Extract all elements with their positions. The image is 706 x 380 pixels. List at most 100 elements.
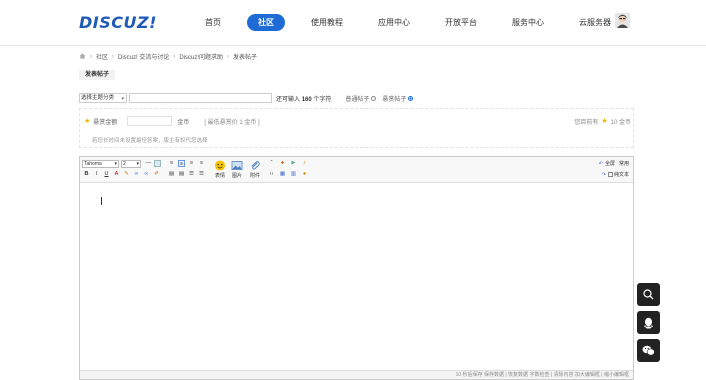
unlink-icon[interactable]: ∞ (143, 171, 150, 178)
chevron-down-icon: ▾ (136, 161, 139, 167)
breadcrumb-discussion[interactable]: Discuz! 交流与讨论 (118, 52, 169, 61)
font-color-icon[interactable]: A (113, 171, 120, 178)
logo[interactable]: DISCUZ! (79, 13, 157, 32)
emoji-label: 表情 (214, 173, 225, 179)
attach-label: 附件 (249, 173, 260, 179)
breadcrumb-help[interactable]: Discuz!问题求助 (179, 52, 223, 61)
reward-balance-label: 您目前有 (574, 119, 599, 126)
unordered-list-icon[interactable]: ☰ (198, 171, 205, 178)
font-family-select[interactable]: Tahoma ▾ (82, 160, 119, 168)
topic-type-value: 选择主题分类 (81, 95, 115, 101)
radio-reward-button[interactable] (408, 95, 414, 101)
table-icon[interactable] (154, 160, 161, 167)
chevron-down-icon: ▾ (114, 161, 117, 167)
free-content-icon[interactable]: ▦ (279, 171, 286, 178)
wechat-icon (642, 345, 655, 356)
reward-min-text: [ 最低悬赏价 1 金币 ] (204, 119, 260, 126)
horizontal-rule-icon[interactable]: — (145, 160, 152, 167)
format-brush-icon[interactable]: ✐ (153, 171, 160, 178)
ordered-list-icon[interactable]: ☰ (188, 171, 195, 178)
main-nav: 首页 社区 使用教程 应用中心 开放平台 服务中心 云服务器 (196, 14, 637, 31)
radio-reward-label: 悬赏帖子 (382, 96, 407, 103)
breadcrumb-separator: › (173, 53, 176, 60)
radio-normal-post[interactable]: 普通帖子 (345, 94, 377, 103)
flash-icon[interactable]: ▶ (290, 160, 297, 167)
title-char-hint: 还可输入 160 个字符 (276, 94, 331, 103)
breadcrumb-separator: › (112, 53, 115, 60)
fullscreen-button[interactable]: 全屏 (605, 160, 615, 167)
code-icon[interactable]: ‹› (268, 171, 275, 178)
star-icon: ★ (84, 118, 91, 125)
common-button[interactable]: 常用 (619, 160, 629, 167)
image-button[interactable]: 图片 (230, 160, 244, 179)
avatar[interactable] (615, 13, 630, 28)
title-row: 选择主题分类 ▾ 还可输入 160 个字符 普通帖子 悬赏帖子 (79, 93, 634, 103)
radio-reward-post[interactable]: 悬赏帖子 (382, 94, 414, 103)
attachment-button[interactable]: 附件 (248, 160, 262, 179)
nav-community[interactable]: 社区 (247, 14, 285, 31)
post-editor: Tahoma ▾ 2 ▾ — ≡ ≡ ≡ ≡ B I U A ✎ ∞ ∞ ✐ ▤ ▤… (79, 156, 634, 380)
nav-cloud-server[interactable]: 云服务器 (570, 14, 620, 31)
font-family-value: Tahoma (84, 161, 102, 167)
reward-amount-input[interactable] (127, 116, 173, 126)
reward-balance-amount: 10 金币 (610, 119, 631, 126)
reward-note: 若您长时间未设置最佳答案，版主有权代您选择 (92, 138, 208, 144)
emoji-button[interactable]: 表情 (213, 160, 227, 179)
audio-icon[interactable]: ♪ (301, 160, 308, 167)
bold-icon[interactable]: B (83, 171, 90, 178)
link-icon[interactable]: ∞ (133, 171, 140, 178)
text-cursor (101, 197, 104, 205)
breadcrumb-current: 发表帖子 (233, 55, 258, 61)
redo-icon[interactable]: ↷ (602, 172, 606, 178)
nav-tutorial[interactable]: 使用教程 (302, 14, 352, 31)
hide-content-icon[interactable]: ▥ (290, 171, 297, 178)
plaintext-label: 纯文本 (613, 172, 629, 178)
tab-post[interactable]: 发表帖子 (79, 70, 116, 80)
password-icon[interactable]: ● (301, 171, 308, 178)
nav-app-center[interactable]: 应用中心 (369, 14, 419, 31)
font-size-value: 2 (123, 161, 126, 167)
undo-icon[interactable]: ↶ (599, 161, 603, 167)
font-size-select[interactable]: 2 ▾ (121, 160, 141, 168)
plaintext-checkbox[interactable] (607, 172, 613, 177)
attachment-icon (251, 161, 260, 170)
chevron-down-icon: ▾ (121, 96, 124, 102)
nav-home[interactable]: 首页 (196, 14, 230, 31)
nav-open-platform[interactable]: 开放平台 (436, 14, 486, 31)
radio-normal-label: 普通帖子 (345, 96, 370, 103)
header: DISCUZ! 首页 社区 使用教程 应用中心 开放平台 服务中心 云服务器 (0, 0, 706, 46)
breadcrumb: › 社区 › Discuz! 交流与讨论 › Discuz!问题求助 › 发表帖… (79, 52, 257, 61)
align-left-icon[interactable]: ≡ (168, 160, 175, 167)
italic-icon[interactable]: I (93, 171, 100, 178)
float-qq-button[interactable] (637, 311, 660, 334)
float-right-icon[interactable]: ▤ (178, 171, 185, 178)
title-input[interactable] (129, 93, 272, 103)
align-center-icon[interactable]: ≡ (178, 160, 185, 167)
title-hint-count: 160 (301, 96, 312, 103)
lock-icon[interactable]: ♠ (279, 160, 286, 167)
breadcrumb-separator: › (90, 53, 92, 60)
align-right-icon[interactable]: ≡ (188, 160, 195, 167)
reward-label: 悬赏金额 (93, 119, 118, 126)
reward-balance: 您目前有 ★ 10 金币 (574, 117, 631, 126)
align-justify-icon[interactable]: ≡ (198, 160, 205, 167)
home-icon[interactable] (79, 53, 86, 61)
smile-icon (214, 160, 226, 171)
float-left-icon[interactable]: ▤ (168, 171, 175, 178)
float-search-button[interactable] (637, 283, 660, 306)
topic-type-select[interactable]: 选择主题分类 ▾ (79, 93, 127, 103)
underline-icon[interactable]: U (103, 171, 110, 178)
float-wechat-button[interactable] (637, 339, 660, 362)
nav-service-center[interactable]: 服务中心 (503, 14, 553, 31)
plaintext-group: ↷ 纯文本 (602, 171, 629, 179)
highlight-icon[interactable]: ✎ (123, 171, 130, 178)
search-icon (643, 289, 654, 300)
radio-normal-button[interactable] (371, 95, 377, 101)
reward-row: ★ 悬赏金额 金币 [ 最低悬赏价 1 金币 ] 您目前有 ★ 10 金币 (84, 116, 631, 126)
reward-unit: 金币 (177, 119, 190, 126)
quote-icon[interactable]: “ (268, 160, 275, 167)
fullscreen-group: ↶ 全屏 常用 (599, 160, 629, 168)
image-label: 图片 (231, 173, 242, 179)
breadcrumb-separator: › (227, 53, 230, 60)
breadcrumb-community[interactable]: 社区 (96, 52, 108, 61)
